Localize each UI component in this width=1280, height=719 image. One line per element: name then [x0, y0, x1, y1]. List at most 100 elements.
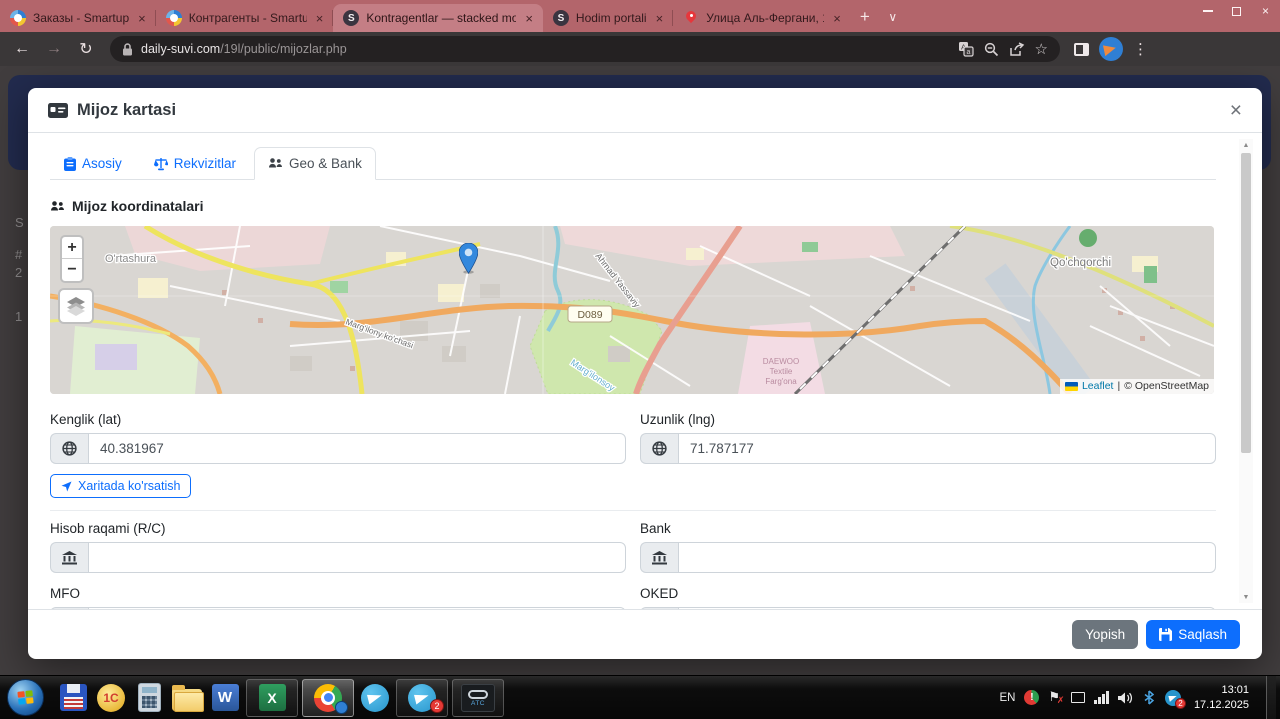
map-zoom-in-button[interactable]: +	[62, 237, 82, 259]
map-layers-button[interactable]	[58, 288, 94, 324]
profile-avatar[interactable]	[1099, 37, 1123, 61]
tab-title: Контрагенты - Smartup	[188, 11, 307, 25]
system-tray: EN ! ✗ 2 13:01 17.12.2025	[999, 675, 1280, 719]
tab-title: Kontragentlar — stacked moda	[366, 11, 517, 25]
lng-input-group	[640, 433, 1216, 464]
share-icon[interactable]	[1009, 41, 1025, 57]
lng-label: Uzunlik (lng)	[640, 412, 716, 427]
tab-close-icon[interactable]: ×	[523, 11, 535, 26]
tab-close-icon[interactable]: ×	[831, 11, 843, 26]
floppy-save-icon	[1159, 628, 1173, 641]
browser-tab-yandex-maps[interactable]: Улица Аль-Фергани, 14 — Ян ×	[673, 4, 851, 32]
tab-rekvizitlar[interactable]: Rekvizitlar	[140, 147, 250, 180]
browser-tab-hodim[interactable]: S Hodim portali ×	[543, 4, 674, 32]
oked-input[interactable]	[678, 607, 1216, 609]
globe-favicon: S	[552, 10, 569, 26]
tab-geo-bank[interactable]: Geo & Bank	[254, 147, 376, 180]
tab-close-icon[interactable]: ×	[654, 11, 666, 26]
back-icon[interactable]: ←	[8, 35, 36, 63]
start-button[interactable]	[7, 679, 44, 716]
account-input[interactable]	[88, 542, 626, 573]
window-close-button[interactable]: ×	[1251, 0, 1280, 22]
taskbar-excel-running[interactable]: X	[246, 678, 298, 717]
tab-close-icon[interactable]: ×	[136, 11, 148, 26]
bluetooth-icon[interactable]	[1143, 690, 1156, 705]
zoom-out-page-icon[interactable]	[984, 42, 999, 57]
tab-close-icon[interactable]: ×	[314, 11, 326, 26]
map-marker-pin[interactable]	[458, 242, 479, 279]
telegram-unread-badge: 2	[430, 698, 444, 713]
bank-input[interactable]	[678, 542, 1216, 573]
clock-time: 13:01	[1221, 683, 1249, 696]
scrollbar-thumb[interactable]	[1241, 153, 1251, 453]
osm-link[interactable]: © OpenStreetMap	[1124, 380, 1209, 392]
bookmark-star-icon[interactable]: ☆	[1035, 40, 1048, 58]
leaflet-link[interactable]: Leaflet	[1082, 380, 1114, 392]
new-tab-button[interactable]: +	[851, 3, 879, 31]
lat-input[interactable]	[88, 433, 626, 464]
clock[interactable]: 13:01 17.12.2025	[1190, 683, 1249, 713]
telegram-tray-icon[interactable]: 2	[1164, 689, 1186, 709]
map-zoom-out-button[interactable]: −	[62, 259, 82, 281]
map-label-qochqorchi: Qo'chqorchi	[1050, 257, 1111, 269]
browser-menu-kebab-icon[interactable]: ⋮	[1133, 40, 1148, 58]
taskbar-word-icon[interactable]: W	[206, 678, 244, 718]
cloud-icon	[468, 689, 488, 699]
tab-asosiy[interactable]: Asosiy	[50, 147, 136, 180]
map-canvas: O'rtashura Qo'chqorchi Ahmad Yassaviy Ma…	[50, 226, 1214, 394]
save-button[interactable]: Saqlash	[1146, 620, 1240, 649]
signal-strength-icon[interactable]	[1094, 691, 1109, 704]
modal-body: Asosiy Rekvizitlar Geo & Bank Mijoz koor…	[28, 133, 1262, 609]
section-title: Mijoz koordinatalari	[50, 198, 1216, 214]
people-map-icon	[268, 157, 283, 170]
modal-scrollbar[interactable]: ▲ ▼	[1239, 139, 1253, 603]
lng-input[interactable]	[678, 433, 1216, 464]
show-desktop-button[interactable]	[1266, 675, 1276, 719]
address-bar[interactable]: daily-suvi.com/19l/public/mijozlar.php A…	[110, 36, 1060, 62]
lock-icon	[122, 42, 133, 56]
svg-text:a: a	[966, 49, 970, 56]
network-icon[interactable]	[1071, 692, 1086, 703]
url-text: daily-suvi.com/19l/public/mijozlar.php	[141, 42, 347, 56]
tab-geo-bank-label: Geo & Bank	[289, 156, 362, 171]
browser-tab-kontragenty[interactable]: Контрагенты - Smartup ×	[156, 4, 334, 32]
tab-search-chevron-icon[interactable]: ∨	[879, 3, 907, 31]
oked-label: OKED	[640, 586, 679, 601]
leaflet-map[interactable]: O'rtashura Qo'chqorchi Ahmad Yassaviy Ma…	[50, 226, 1214, 394]
translate-icon[interactable]: Aa	[958, 41, 974, 57]
reload-icon[interactable]: ↻	[72, 35, 100, 63]
window-minimize-button[interactable]	[1193, 0, 1222, 22]
divider	[50, 510, 1216, 511]
tab-title: Заказы - Smartup	[33, 11, 130, 25]
forward-icon[interactable]: →	[40, 35, 68, 63]
layers-icon	[67, 297, 85, 316]
taskbar-atc-running[interactable]: ATC	[452, 678, 504, 717]
taskbar-chrome-active[interactable]	[302, 678, 354, 717]
smartup-favicon	[10, 10, 26, 26]
scroll-down-arrow-icon[interactable]: ▼	[1239, 591, 1253, 603]
show-on-map-button[interactable]: Xaritada ko'rsatish	[50, 474, 192, 498]
modal-close-icon[interactable]: ×	[1230, 100, 1242, 121]
side-panel-icon[interactable]	[1074, 42, 1089, 56]
volume-icon[interactable]	[1117, 691, 1134, 705]
close-button[interactable]: Yopish	[1072, 620, 1139, 649]
action-center-flag-icon[interactable]: ✗	[1048, 689, 1064, 705]
browser-tab-zakazy[interactable]: Заказы - Smartup ×	[0, 4, 156, 32]
browser-tab-kontragentlar-active[interactable]: S Kontragentlar — stacked moda ×	[333, 4, 543, 32]
mfo-input[interactable]	[88, 607, 626, 609]
tab-title: Hodim portali	[575, 11, 647, 25]
taskbar-1c-app-icon[interactable]: 1С	[92, 678, 130, 718]
taskbar-calculator-icon[interactable]	[130, 678, 168, 718]
antivirus-alert-icon[interactable]: !	[1024, 690, 1040, 705]
taskbar-telegram-running[interactable]: 2	[396, 678, 448, 717]
scroll-up-arrow-icon[interactable]: ▲	[1239, 139, 1253, 151]
taskbar-floppy-app-icon[interactable]	[54, 678, 92, 718]
globe-favicon: S	[343, 10, 360, 26]
language-indicator[interactable]: EN	[999, 692, 1015, 704]
modal-title-text: Mijoz kartasi	[77, 100, 177, 119]
chrome-profile-badge	[335, 700, 348, 714]
window-restore-button[interactable]	[1222, 0, 1251, 22]
taskbar-telegram-icon[interactable]	[356, 678, 394, 718]
smartup-favicon	[165, 10, 182, 26]
taskbar-file-explorer-icon[interactable]	[168, 678, 206, 718]
